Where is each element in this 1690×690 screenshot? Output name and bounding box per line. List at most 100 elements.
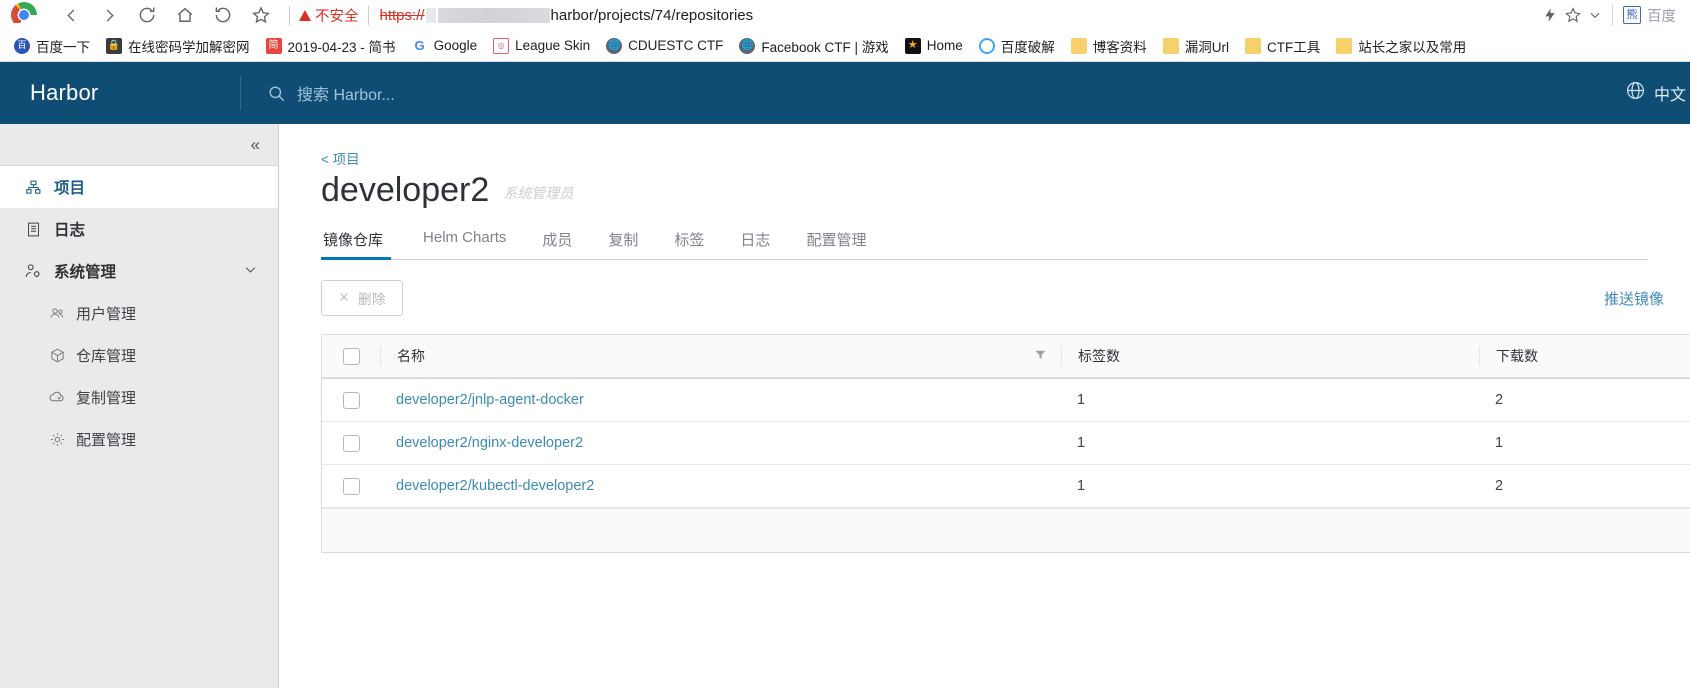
star-icon: ★: [904, 37, 921, 54]
table-row[interactable]: developer2/nginx-developer2 1 1: [322, 422, 1690, 466]
back-icon[interactable]: [52, 1, 90, 29]
search-placeholder: 搜索 Harbor...: [297, 87, 395, 104]
sidebar-item-label: 系统管理: [54, 264, 117, 281]
column-header-name[interactable]: 名称: [380, 345, 1061, 368]
bookmark-label: Home: [926, 38, 963, 53]
chevron-down-icon[interactable]: [1588, 8, 1602, 22]
bookmark-label: CDUESTC CTF: [628, 38, 724, 53]
sidebar-item-logs[interactable]: 日志: [0, 208, 278, 250]
bookmark-item[interactable]: 站长之家以及常用: [1328, 33, 1474, 59]
sidebar-collapse-row: «: [0, 124, 278, 166]
app-brand[interactable]: Harbor: [0, 80, 240, 106]
language-label: 中文: [1653, 87, 1686, 104]
language-selector[interactable]: 中文: [1625, 80, 1690, 106]
bookmark-label: League Skin: [515, 38, 591, 53]
repository-link[interactable]: developer2/nginx-developer2: [396, 435, 583, 451]
table-row[interactable]: developer2/jnlp-agent-docker 1 2: [322, 379, 1690, 423]
table-row[interactable]: developer2/kubectl-developer2 1 2: [322, 465, 1690, 509]
url-text[interactable]: https:// harbor/projects/74/repositories: [380, 7, 754, 24]
row-select-cell[interactable]: [322, 434, 380, 452]
folder-icon: [1244, 37, 1261, 54]
row-checkbox[interactable]: [342, 434, 360, 452]
folder-icon: [1070, 37, 1087, 54]
tab-members[interactable]: 成员: [524, 223, 590, 259]
bookmark-star-icon[interactable]: [242, 1, 280, 29]
search-icon: [267, 84, 286, 103]
reload-icon[interactable]: [128, 1, 166, 29]
tab-configuration[interactable]: 配置管理: [788, 223, 884, 259]
harbor-app: Harbor 搜索 Harbor... 中文 « 项目 日志 系统管理 用户管理…: [0, 62, 1690, 688]
filter-icon[interactable]: [1034, 348, 1047, 364]
row-checkbox[interactable]: [342, 391, 360, 409]
row-tag-count: 1: [1077, 478, 1086, 495]
select-all-checkbox[interactable]: [342, 347, 360, 365]
omnibox-divider-2: [367, 5, 369, 25]
bookmark-item[interactable]: 🔒 在线密码学加解密网: [98, 33, 258, 59]
project-role-label: 系统管理员: [503, 185, 574, 202]
log-icon: [24, 220, 42, 238]
forward-icon[interactable]: [90, 1, 128, 29]
delete-button-label: 删除: [358, 292, 386, 308]
delete-button[interactable]: 删除: [321, 280, 403, 317]
bookmark-item[interactable]: CTF工具: [1237, 33, 1328, 59]
bookmark-item[interactable]: 🌐 Facebook CTF | 游戏: [731, 33, 896, 59]
page-header: developer2 系统管理员: [321, 171, 1690, 209]
bookmark-label: Google: [433, 38, 478, 53]
global-search[interactable]: 搜索 Harbor...: [241, 81, 395, 105]
bookmark-item[interactable]: 简 2019-04-23 - 简书: [258, 33, 404, 59]
bookmark-label: 博客资料: [1092, 39, 1147, 55]
breadcrumb[interactable]: < 项目: [321, 148, 1690, 168]
tab-helm-charts[interactable]: Helm Charts: [405, 223, 524, 259]
bookmark-item[interactable]: G Google: [404, 35, 486, 57]
chevron-down-icon[interactable]: [243, 262, 258, 280]
bookmark-label: Facebook CTF | 游戏: [761, 39, 889, 55]
column-header-tags[interactable]: 标签数: [1061, 345, 1479, 368]
collapse-icon[interactable]: «: [251, 136, 260, 153]
repositories-table: 名称 标签数 下载数 developer2/jnlp-agent-docker …: [321, 334, 1690, 554]
sidebar-item-replication-management[interactable]: 复制管理: [0, 376, 278, 418]
star-outline-icon[interactable]: [1564, 6, 1582, 24]
sidebar-item-administration[interactable]: 系统管理: [0, 250, 278, 292]
bookmark-item[interactable]: 百百度一下: [6, 33, 98, 59]
bookmark-item[interactable]: ◎ League Skin: [485, 35, 598, 57]
table-toolbar: 删除 推送镜像: [321, 280, 1664, 317]
sidebar-item-configuration-management[interactable]: 配置管理: [0, 418, 278, 460]
baidu-extension[interactable]: 熊 百度: [1612, 4, 1676, 26]
tab-logs[interactable]: 日志: [722, 223, 788, 259]
bookmark-item[interactable]: 博客资料: [1063, 33, 1155, 59]
history-back-icon[interactable]: [204, 1, 242, 29]
tab-labels[interactable]: 标签: [656, 223, 722, 259]
repository-link[interactable]: developer2/kubectl-developer2: [396, 478, 594, 494]
sidebar-item-user-management[interactable]: 用户管理: [0, 292, 278, 334]
project-tabs: 镜像仓库 Helm Charts 成员 复制 标签 日志 配置管理: [321, 223, 1648, 261]
bookmark-item[interactable]: 漏洞Url: [1155, 33, 1237, 59]
tab-replication[interactable]: 复制: [590, 223, 656, 259]
jianshu-icon: 简: [265, 37, 282, 54]
sidebar-item-registry-management[interactable]: 仓库管理: [0, 334, 278, 376]
url-path: harbor/projects/74/repositories: [550, 6, 754, 24]
column-header-downloads[interactable]: 下载数: [1479, 345, 1690, 368]
repository-link[interactable]: developer2/jnlp-agent-docker: [396, 392, 584, 408]
tab-repositories[interactable]: 镜像仓库: [321, 223, 405, 261]
column-header-name-label: 名称: [397, 348, 425, 365]
warning-triangle-icon: [299, 9, 311, 21]
security-warning[interactable]: 不安全: [299, 5, 359, 26]
page-title: developer2: [321, 171, 490, 209]
bookmark-item[interactable]: ★ Home: [897, 35, 971, 57]
url-redacted-start: [425, 7, 436, 23]
bookmark-item[interactable]: 百度破解: [971, 33, 1063, 59]
sidebar-item-label: 项目: [54, 180, 86, 197]
row-select-cell[interactable]: [322, 477, 380, 495]
config-icon: [48, 430, 66, 448]
row-checkbox[interactable]: [342, 477, 360, 495]
row-download-count: 1: [1495, 435, 1504, 452]
sidebar-item-label: 复制管理: [76, 389, 137, 407]
row-select-cell[interactable]: [322, 391, 380, 409]
sidebar-item-projects[interactable]: 项目: [0, 166, 278, 208]
lightning-icon[interactable]: [1542, 6, 1558, 24]
sidebar: « 项目 日志 系统管理 用户管理 仓库管理 复制管理 配置管理: [0, 124, 279, 688]
select-all-cell[interactable]: [322, 347, 380, 365]
home-icon[interactable]: [166, 1, 204, 29]
push-image-link[interactable]: 推送镜像: [1604, 288, 1664, 309]
bookmark-item[interactable]: 🌐 CDUESTC CTF: [598, 35, 731, 57]
